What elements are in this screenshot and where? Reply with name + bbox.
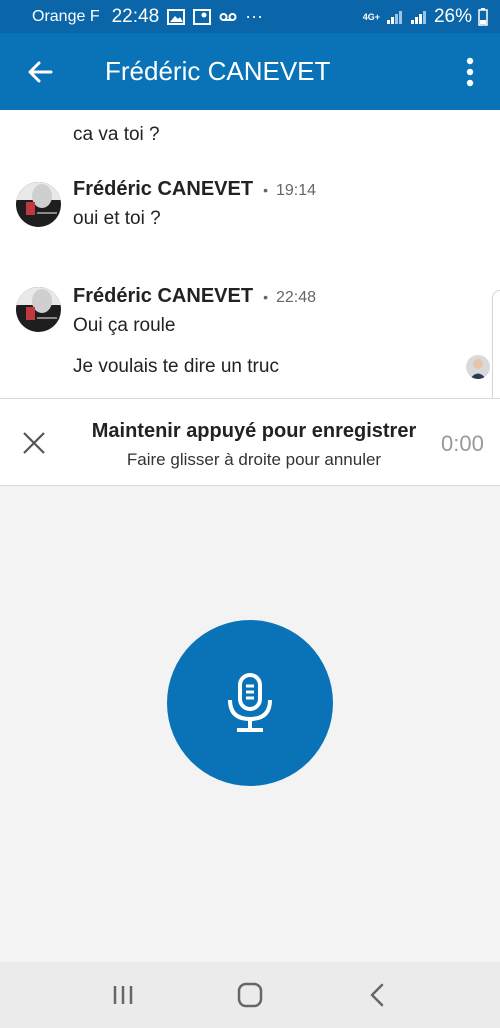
arrow-left-icon (28, 61, 53, 82)
microphone-icon (228, 673, 272, 732)
back-nav-button[interactable] (347, 965, 407, 1025)
message-time: 19:14 (275, 182, 317, 199)
recent-apps-icon (114, 986, 133, 1004)
app-bar: Frédéric CANEVET (0, 33, 500, 110)
message-list[interactable]: ca va toi ? Frédéric CANEVET • 19:14 oui… (0, 110, 500, 398)
separator-dot: • (263, 289, 268, 305)
message-text: oui et toi ? (73, 208, 161, 229)
recording-timer: 0:00 (441, 431, 484, 456)
sender-name[interactable]: Frédéric CANEVET (73, 178, 253, 201)
record-voice-button[interactable] (167, 620, 333, 786)
home-button[interactable] (220, 965, 280, 1025)
message-text: Je voulais te dire un truc (73, 356, 279, 377)
home-icon (237, 982, 263, 1008)
conversation-title: Frédéric CANEVET (105, 56, 331, 86)
avatar[interactable] (16, 287, 61, 332)
chevron-left-icon (370, 983, 383, 1007)
recording-bar: Maintenir appuyé pour enregistrer Faire … (0, 398, 500, 486)
battery-level: 26% (433, 5, 472, 27)
message-text: ca va toi ? (73, 124, 160, 145)
read-receipt-avatar (466, 355, 490, 379)
signal-icon (386, 10, 402, 24)
voicemail-icon (219, 12, 237, 21)
status-bar: Orange F 22:48 ··· 4G+ 26% (0, 0, 500, 33)
signal-icon-2 (410, 10, 426, 24)
recording-hint: Faire glisser à droite pour annuler (126, 450, 382, 469)
carrier-name: Orange F (32, 7, 100, 25)
recording-instruction: Maintenir appuyé pour enregistrer (91, 420, 417, 442)
status-time: 22:48 (111, 5, 160, 27)
avatar[interactable] (16, 182, 61, 227)
system-nav-bar (0, 962, 500, 1028)
more-vertical-icon (466, 57, 474, 86)
more-options-button[interactable] (440, 33, 500, 110)
message-time: 22:48 (275, 289, 317, 306)
map-icon (193, 8, 212, 25)
network-type: 4G+ (362, 11, 380, 22)
message-text: Oui ça roule (73, 315, 176, 336)
separator-dot: • (263, 182, 268, 198)
message-header: Frédéric CANEVET • 22:48 (73, 285, 316, 308)
back-button[interactable] (0, 33, 80, 110)
message-header: Frédéric CANEVET • 19:14 (73, 178, 316, 201)
sender-name[interactable]: Frédéric CANEVET (73, 285, 253, 308)
more-notifications-icon: ··· (245, 6, 264, 26)
image-icon (167, 8, 186, 25)
battery-icon (478, 7, 488, 26)
recent-apps-button[interactable] (93, 965, 153, 1025)
